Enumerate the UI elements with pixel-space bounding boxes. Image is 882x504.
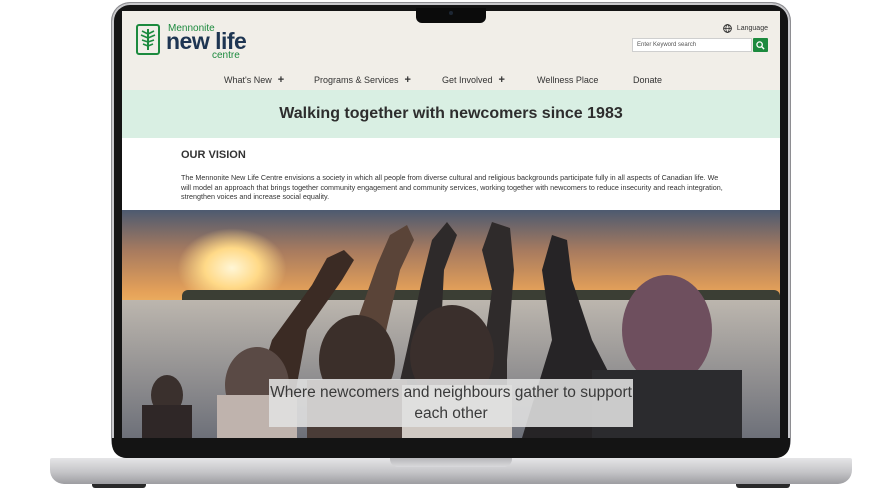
- nav-item-label: What's New: [224, 75, 272, 85]
- laptop-opening-lip: [390, 458, 512, 467]
- camera-icon: [449, 11, 453, 15]
- vision-heading: OUR VISION: [181, 149, 246, 161]
- search-icon: [756, 40, 765, 50]
- site-logo[interactable]: Mennonite new life centre: [136, 24, 256, 61]
- main-nav: What's New + Programs & Services + Get I…: [122, 71, 780, 89]
- logo-centre-text: centre: [212, 50, 240, 61]
- nav-item-whats-new[interactable]: What's New +: [224, 74, 284, 85]
- plus-icon[interactable]: +: [499, 74, 505, 85]
- browser-screen: Mennonite new life centre Language Enter…: [122, 11, 780, 438]
- globe-icon: [723, 24, 732, 33]
- nav-item-label: Programs & Services: [314, 75, 399, 85]
- tagline-banner: Walking together with newcomers since 19…: [122, 90, 780, 138]
- nav-item-programs-services[interactable]: Programs & Services +: [314, 74, 411, 85]
- search-button[interactable]: [753, 38, 768, 52]
- vision-paragraph: The Mennonite New Life Centre envisions …: [181, 173, 723, 202]
- tree-logo-icon: [136, 24, 160, 55]
- nav-item-label: Get Involved: [442, 75, 493, 85]
- nav-item-label: Wellness Place: [537, 75, 599, 85]
- camera-notch: [416, 8, 486, 23]
- laptop-chin: [112, 438, 790, 458]
- nav-item-wellness-place[interactable]: Wellness Place: [537, 75, 598, 85]
- search-input[interactable]: Enter Keyword search: [632, 38, 752, 52]
- nav-item-get-involved[interactable]: Get Involved +: [442, 74, 505, 85]
- tagline-text: Walking together with newcomers since 19…: [279, 105, 623, 122]
- nav-item-donate[interactable]: Donate: [633, 75, 662, 85]
- plus-icon[interactable]: +: [278, 74, 284, 85]
- laptop-foot-right: [736, 484, 790, 488]
- language-selector[interactable]: Language: [723, 24, 768, 33]
- language-label: Language: [736, 25, 768, 32]
- hero-caption: Where newcomers and neighbours gather to…: [269, 379, 633, 427]
- laptop-foot-left: [92, 484, 146, 488]
- nav-item-label: Donate: [633, 75, 663, 85]
- hero-image: Where newcomers and neighbours gather to…: [122, 210, 780, 438]
- plus-icon[interactable]: +: [405, 74, 411, 85]
- site-header: Mennonite new life centre Language Enter…: [122, 11, 780, 91]
